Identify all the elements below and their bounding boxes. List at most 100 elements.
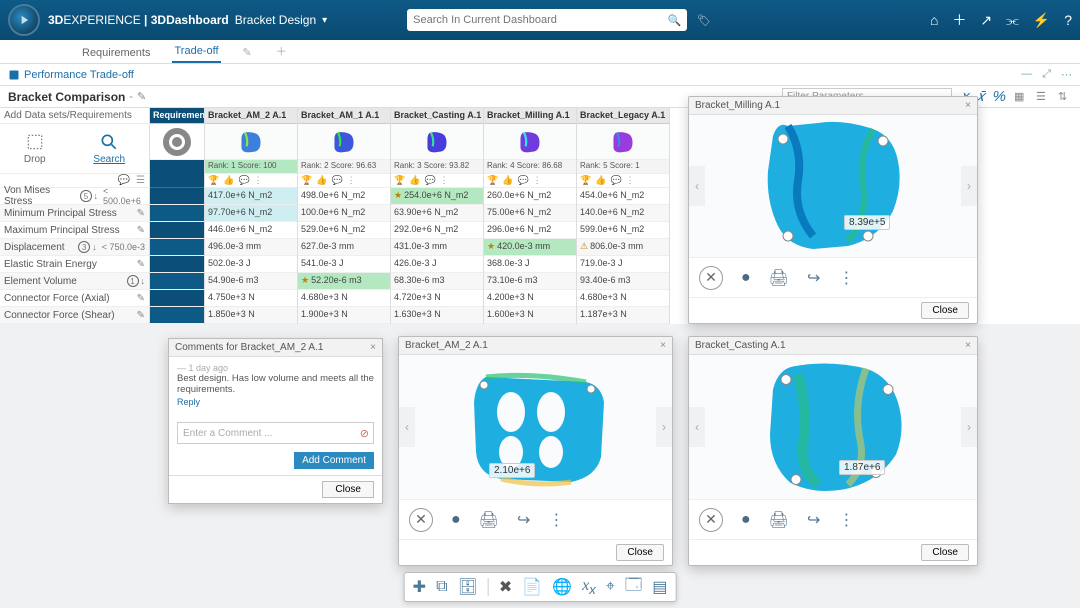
data-cell[interactable]: 4.200e+3 N [484, 290, 576, 307]
data-cell[interactable]: 54.90e-6 m3 [205, 273, 297, 290]
data-cell[interactable]: 502.0e-3 J [205, 256, 297, 273]
db-icon[interactable]: 🗄 [458, 577, 478, 597]
print-icon[interactable]: 🖨 [769, 268, 789, 288]
comment-input[interactable]: Enter a Comment ...⊘ [177, 422, 374, 444]
sphere-icon[interactable]: ● [741, 511, 751, 529]
tab-add-icon[interactable]: ＋ [274, 39, 289, 63]
data-cell[interactable]: 4.680e+3 N [577, 290, 669, 307]
share-icon[interactable]: ↗ [980, 12, 992, 29]
data-cell[interactable]: ★52.20e-6 m3 [298, 273, 390, 290]
data-cell[interactable]: 1.630e+3 N [391, 307, 483, 324]
next-arrow-icon[interactable]: › [656, 407, 672, 447]
data-cell[interactable]: 417.0e+6 N_m2 [205, 188, 297, 205]
data-cell[interactable]: 4.680e+3 N [298, 290, 390, 307]
close-button[interactable]: Close [921, 544, 969, 561]
column-header[interactable]: Requirements [150, 108, 204, 124]
data-cell[interactable]: 1.850e+3 N [205, 307, 297, 324]
close-icon[interactable]: × [370, 342, 376, 353]
data-cell[interactable]: 140.0e+6 N_m2 [577, 205, 669, 222]
percent-icon[interactable]: % [993, 88, 1006, 105]
chat-icon[interactable]: 💬 [118, 175, 130, 186]
home-icon[interactable]: ⌂ [930, 12, 938, 28]
column-header[interactable]: Bracket_Legacy A.1 [577, 108, 669, 124]
close-circle-icon[interactable]: ✕ [409, 508, 433, 532]
add-icon[interactable]: ✚ [413, 577, 426, 597]
column-header[interactable]: Bracket_Casting A.1 [391, 108, 483, 124]
share-arrow-icon[interactable]: ↪ [517, 510, 530, 530]
xx-icon[interactable]: xx [582, 577, 596, 597]
grid-view-icon[interactable]: ▦ [1014, 90, 1028, 104]
data-cell[interactable]: 100.0e+6 N_m2 [298, 205, 390, 222]
plus-icon[interactable]: ＋ [952, 10, 966, 30]
prev-arrow-icon[interactable]: ‹ [689, 166, 705, 206]
share-arrow-icon[interactable]: ↪ [807, 510, 820, 530]
data-cell[interactable]: 1.600e+3 N [484, 307, 576, 324]
list-view-icon[interactable]: ☰ [1036, 90, 1050, 104]
search-button[interactable]: Search [93, 132, 125, 165]
search-input[interactable] [413, 14, 667, 26]
share-arrow-icon[interactable]: ↪ [807, 268, 820, 288]
thumbnail[interactable] [150, 124, 204, 160]
delete-icon[interactable]: ✖ [499, 577, 512, 597]
settings-icon[interactable]: ☰ [136, 175, 145, 186]
more-dots-icon[interactable]: ⋮ [838, 268, 854, 288]
data-cell[interactable]: 75.00e+6 N_m2 [484, 205, 576, 222]
print-icon[interactable]: 🖨 [769, 510, 789, 530]
data-cell[interactable]: 498.0e+6 N_m2 [298, 188, 390, 205]
chevron-down-icon[interactable]: ▾ [322, 15, 327, 26]
search-box[interactable]: 🔍 [407, 9, 687, 31]
close-button[interactable]: Close [921, 302, 969, 319]
close-icon[interactable]: × [965, 340, 971, 351]
next-arrow-icon[interactable]: › [961, 407, 977, 447]
data-cell[interactable]: 719.0e-3 J [577, 256, 669, 273]
help-icon[interactable]: ? [1064, 12, 1072, 28]
tab-edit-icon[interactable]: ✎ [241, 42, 254, 63]
globe-icon[interactable]: 🌐 [552, 577, 572, 597]
data-cell[interactable]: 496.0e-3 mm [205, 239, 297, 256]
data-cell[interactable]: ⚠806.0e-3 mm [577, 239, 669, 256]
data-cell[interactable]: ★420.0e-3 mm [484, 239, 576, 256]
target-icon[interactable]: ⌖ [606, 578, 615, 596]
data-cell[interactable]: 4.750e+3 N [205, 290, 297, 307]
print-icon[interactable]: 🖨 [479, 510, 499, 530]
data-cell[interactable]: 541.0e-3 J [298, 256, 390, 273]
thumbnail[interactable] [391, 124, 483, 160]
data-cell[interactable]: 368.0e-3 J [484, 256, 576, 273]
data-cell[interactable]: 431.0e-3 mm [391, 239, 483, 256]
close-icon[interactable]: × [660, 340, 666, 351]
data-cell[interactable]: 73.10e-6 m3 [484, 273, 576, 290]
thumbnail[interactable] [205, 124, 297, 160]
data-cell[interactable]: 1.187e+3 N [577, 307, 669, 324]
search-icon[interactable]: 🔍 [667, 14, 681, 27]
data-cell[interactable]: 97.70e+6 N_m2 [205, 205, 297, 222]
data-cell[interactable]: 1.900e+3 N [298, 307, 390, 324]
copy-icon[interactable]: ⧉ [436, 578, 447, 596]
window-icon[interactable]: 🗔 [625, 574, 642, 601]
close-icon[interactable]: × [965, 100, 971, 111]
tab-tradeoff[interactable]: Trade-off [172, 41, 220, 63]
tab-requirements[interactable]: Requirements [80, 43, 152, 63]
expand-icon[interactable]: ⤢ [1042, 68, 1051, 81]
next-arrow-icon[interactable]: › [961, 166, 977, 206]
column-header[interactable]: Bracket_AM_2 A.1 [205, 108, 297, 124]
thumbnail[interactable] [298, 124, 390, 160]
data-cell[interactable]: 68.30e-6 m3 [391, 273, 483, 290]
dashboard-name[interactable]: Bracket Design [235, 13, 316, 27]
sphere-icon[interactable]: ● [741, 269, 751, 287]
data-cell[interactable]: 454.0e+6 N_m2 [577, 188, 669, 205]
more-dots-icon[interactable]: ⋮ [838, 510, 854, 530]
panel-icon[interactable]: ▤ [652, 577, 667, 597]
data-cell[interactable]: 260.0e+6 N_m2 [484, 188, 576, 205]
sphere-icon[interactable]: ● [451, 511, 461, 529]
prev-arrow-icon[interactable]: ‹ [399, 407, 415, 447]
data-cell[interactable]: 63.90e+6 N_m2 [391, 205, 483, 222]
close-button[interactable]: Close [322, 481, 374, 498]
reply-link[interactable]: Reply [177, 397, 200, 407]
prev-arrow-icon[interactable]: ‹ [689, 407, 705, 447]
close-circle-icon[interactable]: ✕ [699, 508, 723, 532]
drop-button[interactable]: Drop [24, 132, 46, 165]
data-cell[interactable]: 627.0e-3 mm [298, 239, 390, 256]
data-cell[interactable]: 426.0e-3 J [391, 256, 483, 273]
data-cell[interactable]: 93.40e-6 m3 [577, 273, 669, 290]
more-dots-icon[interactable]: ⋮ [548, 510, 564, 530]
